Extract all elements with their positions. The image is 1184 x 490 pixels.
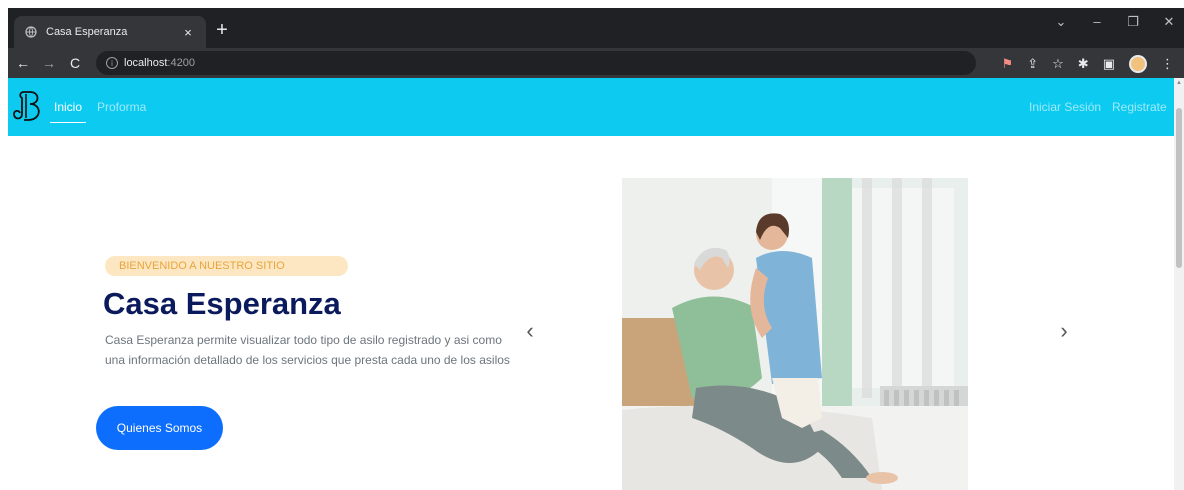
nav-link-proforma[interactable]: Proforma	[97, 100, 146, 114]
hero-title: Casa Esperanza	[103, 286, 341, 321]
nav-link-iniciar-sesion[interactable]: Iniciar Sesión	[1029, 100, 1101, 114]
hero-description: Casa Esperanza permite visualizar todo t…	[105, 333, 510, 367]
tab-search-icon[interactable]: ⌄	[1054, 14, 1068, 30]
back-arrow-icon[interactable]: ←	[12, 55, 34, 71]
info-icon[interactable]: i	[106, 57, 118, 69]
page-scrollbar[interactable]: ▲	[1174, 78, 1184, 490]
tab-title: Casa Esperanza	[46, 26, 128, 38]
browser-tab[interactable]: Casa Esperanza ×	[14, 16, 206, 48]
window-controls: ⌄ – ❐ ✕	[1054, 14, 1176, 30]
forward-arrow-icon[interactable]: →	[38, 55, 60, 71]
close-tab-icon[interactable]: ×	[180, 25, 196, 40]
scroll-thumb[interactable]	[1176, 108, 1182, 268]
carousel-slide-image	[622, 178, 968, 490]
url-port: :4200	[167, 57, 195, 69]
address-bar[interactable]: i localhost :4200	[96, 51, 976, 75]
reload-icon[interactable]: C	[64, 55, 86, 71]
share-icon[interactable]: ⇪	[1027, 56, 1038, 72]
quienes-somos-button[interactable]: Quienes Somos	[96, 406, 223, 450]
bookmark-star-icon[interactable]: ☆	[1052, 56, 1064, 72]
jb-logo[interactable]	[10, 86, 50, 126]
browser-window: Casa Esperanza × + ⌄ – ❐ ✕ ← → C i local…	[8, 8, 1184, 490]
minimize-icon[interactable]: –	[1090, 14, 1104, 30]
side-panel-icon[interactable]: ▣	[1103, 56, 1115, 72]
toolbar-actions: ⚑ ⇪ ☆ ✱ ▣ ⋮	[1002, 55, 1174, 73]
tab-strip: Casa Esperanza × + ⌄ – ❐ ✕	[8, 8, 1184, 48]
welcome-badge: BIENVENIDO A NUESTRO SITIO	[105, 256, 348, 276]
site-navbar: Inicio Proforma Iniciar Sesión Registrat…	[8, 78, 1174, 136]
nav-link-registrate[interactable]: Registrate	[1112, 100, 1167, 114]
extensions-puzzle-icon[interactable]: ✱	[1078, 56, 1089, 72]
close-window-icon[interactable]: ✕	[1162, 14, 1176, 30]
menu-kebab-icon[interactable]: ⋮	[1161, 56, 1174, 72]
globe-icon	[24, 25, 38, 39]
nav-link-inicio[interactable]: Inicio	[49, 100, 87, 123]
browser-toolbar: ← → C i localhost :4200 ⚑ ⇪ ☆ ✱ ▣ ⋮	[8, 48, 1184, 78]
carousel-next-icon[interactable]: ›	[1054, 318, 1074, 344]
scroll-up-icon[interactable]: ▲	[1176, 80, 1182, 86]
new-tab-button[interactable]: +	[212, 20, 232, 40]
restore-icon[interactable]: ❐	[1126, 14, 1140, 30]
url-host: localhost	[124, 57, 168, 69]
carousel-prev-icon[interactable]: ‹	[520, 318, 540, 344]
location-blocked-icon[interactable]: ⚑	[1002, 56, 1014, 72]
profile-avatar[interactable]	[1129, 55, 1147, 73]
